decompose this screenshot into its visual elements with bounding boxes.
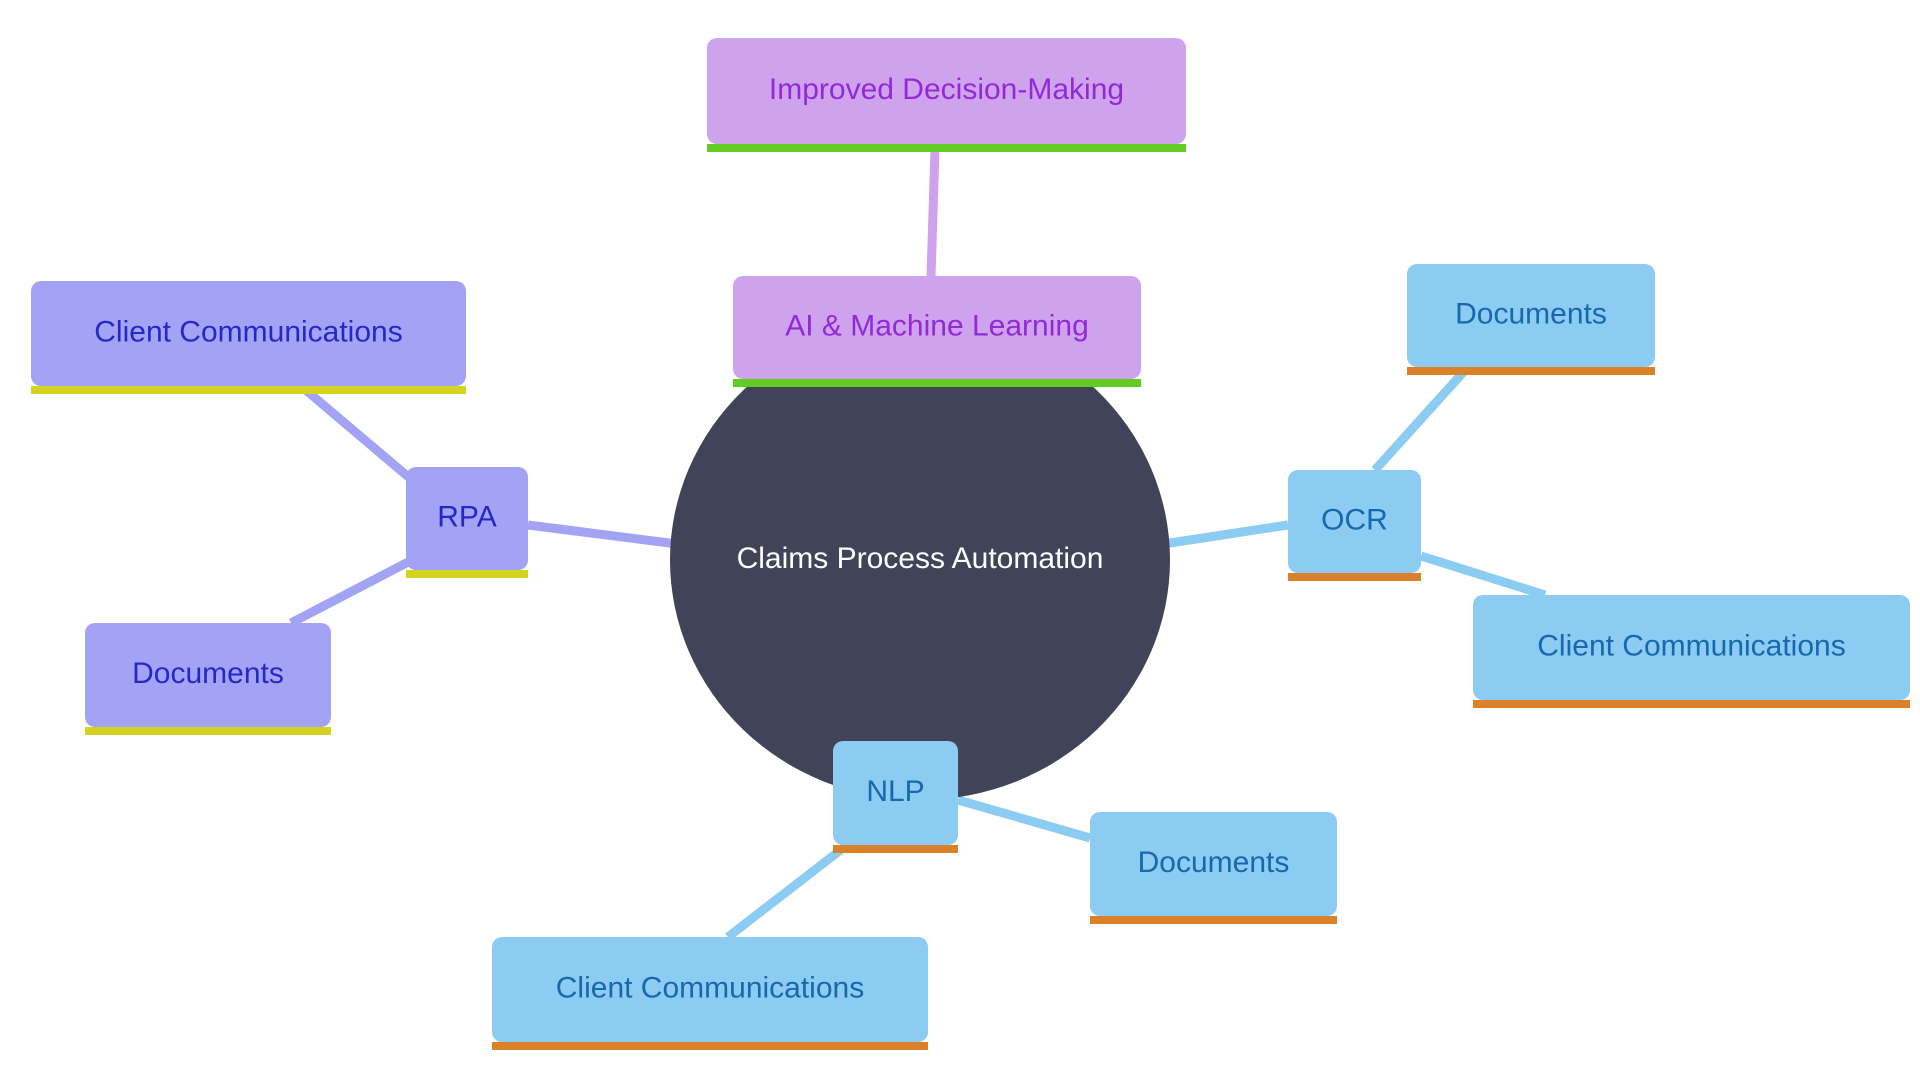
node-underline-rpa — [406, 570, 528, 578]
node-documents-rpa[interactable]: Documents — [85, 623, 331, 735]
node-ocr[interactable]: OCR — [1288, 470, 1421, 581]
node-label-documents-ocr: Documents — [1455, 297, 1607, 330]
node-documents-ocr[interactable]: Documents — [1407, 264, 1655, 375]
node-label-client-communications-nlp: Client Communications — [556, 971, 864, 1004]
node-client-communications-ocr[interactable]: Client Communications — [1473, 595, 1910, 708]
edge-ocr-documents — [1371, 363, 1472, 474]
node-label-ocr: OCR — [1321, 503, 1388, 536]
node-label-nlp: NLP — [866, 775, 924, 808]
node-client-communications-rpa[interactable]: Client Communications — [31, 281, 466, 394]
edge-root-ocr — [1156, 520, 1289, 550]
node-underline-ocr — [1288, 573, 1421, 581]
node-underline-documents-rpa — [85, 727, 331, 735]
node-underline-ai-machine-learning — [733, 379, 1141, 387]
node-underline-client-communications-ocr — [1473, 700, 1910, 708]
edge-improved-decision-making-ai — [926, 149, 940, 277]
edge-nlp-documents — [956, 795, 1092, 843]
node-improved-decision-making[interactable]: Improved Decision-Making — [707, 38, 1186, 152]
node-label-documents-rpa: Documents — [132, 657, 284, 690]
node-label-documents-nlp: Documents — [1138, 846, 1290, 879]
node-ai-machine-learning[interactable]: AI & Machine Learning — [733, 276, 1141, 387]
node-underline-client-communications-nlp — [492, 1042, 928, 1050]
edge-documents-rpa — [288, 556, 415, 627]
node-nlp[interactable]: NLP — [833, 741, 958, 853]
node-label-improved-decision-making: Improved Decision-Making — [769, 73, 1124, 106]
node-client-communications-nlp[interactable]: Client Communications — [492, 937, 928, 1050]
node-label-client-communications-rpa: Client Communications — [94, 315, 402, 348]
node-label-client-communications-ocr: Client Communications — [1537, 629, 1845, 662]
edge-rpa-root — [527, 520, 686, 550]
node-label-rpa: RPA — [437, 500, 496, 533]
node-rpa[interactable]: RPA — [406, 467, 528, 578]
node-underline-documents-nlp — [1090, 916, 1337, 924]
edge-client-communications-rpa — [298, 382, 415, 484]
edge-nlp-client-communications — [725, 841, 850, 941]
node-underline-nlp — [833, 845, 958, 853]
node-underline-client-communications-rpa — [31, 386, 466, 394]
root-node-layer: Claims Process Automation — [670, 320, 1170, 800]
node-label-ai-machine-learning: AI & Machine Learning — [785, 309, 1089, 342]
node-documents-nlp[interactable]: Documents — [1090, 812, 1337, 924]
mindmap-svg: Claims Process Automation Improved Decis… — [31, 38, 1910, 1050]
edge-ocr-client-communications — [1419, 551, 1547, 600]
node-underline-improved-decision-making — [707, 144, 1186, 152]
root-node-label: Claims Process Automation — [737, 542, 1104, 575]
mindmap-canvas: Claims Process Automation Improved Decis… — [0, 0, 1920, 1080]
node-underline-documents-ocr — [1407, 367, 1655, 375]
